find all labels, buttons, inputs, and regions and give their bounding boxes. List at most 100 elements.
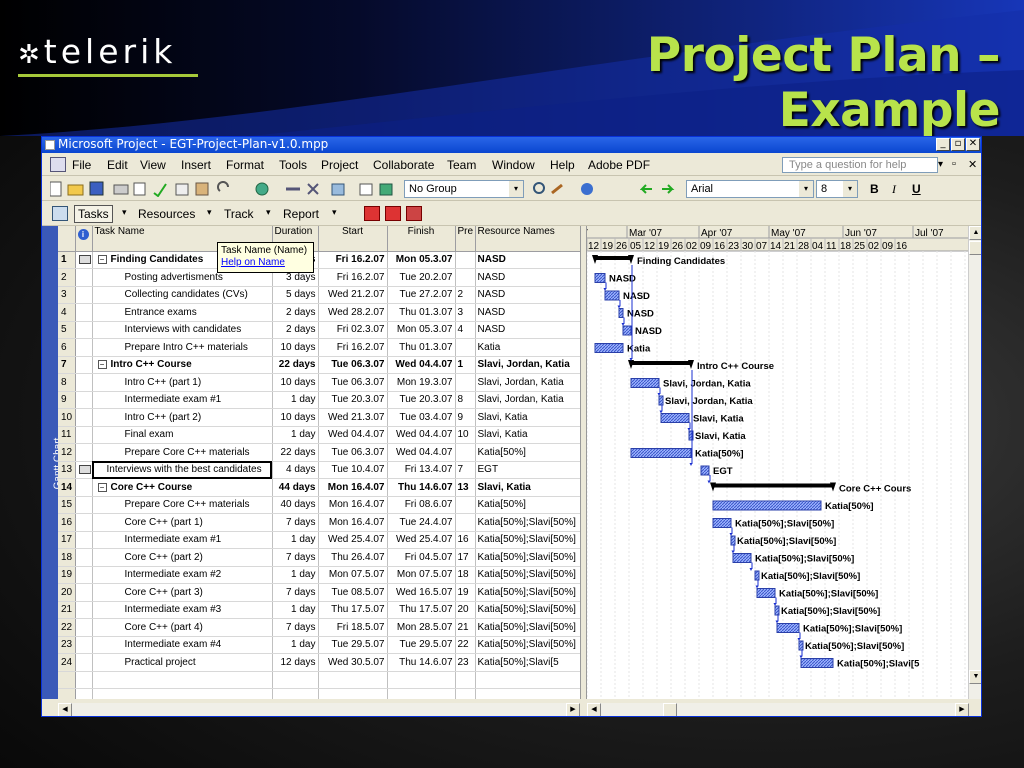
resources-dropdown-icon[interactable]: ▾ — [207, 207, 212, 218]
predecessors-cell[interactable] — [455, 251, 476, 269]
duration-cell[interactable]: 1 day — [272, 636, 319, 654]
finish-cell[interactable]: Tue 03.4.07 — [387, 408, 456, 427]
table-row[interactable]: 17 Intermediate exam #1 1 day Wed 25.4.07 We… — [58, 531, 580, 549]
save-icon[interactable] — [89, 181, 104, 196]
predecessors-cell[interactable] — [455, 373, 476, 392]
row-id[interactable]: 21 — [58, 601, 76, 619]
resource-names-cell[interactable]: Katia — [475, 338, 580, 357]
table-row[interactable]: 7− Intro C++ Course 22 days Tue 06.3.07 Wed … — [58, 356, 580, 374]
duration-cell[interactable]: 10 days — [272, 338, 319, 357]
start-cell[interactable]: Tue 20.3.07 — [318, 391, 388, 409]
table-row[interactable]: 9 Intermediate exam #1 1 day Tue 20.3.07 Tue… — [58, 391, 580, 409]
duration-cell[interactable]: 2 days — [272, 321, 319, 339]
menu-file[interactable]: File — [72, 158, 91, 172]
row-id[interactable]: 7 — [58, 356, 76, 374]
duration-cell[interactable]: 22 days — [272, 356, 319, 374]
row-id[interactable]: 18 — [58, 548, 76, 567]
report-dropdown-icon[interactable]: ▾ — [332, 207, 337, 218]
resource-names-cell[interactable]: Katia[50%];Slavi[50%] — [475, 618, 580, 637]
start-cell[interactable]: Tue 06.3.07 — [318, 373, 388, 392]
menu-insert[interactable]: Insert — [181, 158, 211, 172]
table-row[interactable]: 22 Core C++ (part 4) 7 days Fri 18.5.07 Mon … — [58, 618, 580, 637]
finish-cell[interactable]: Wed 16.5.07 — [387, 583, 456, 602]
start-cell[interactable]: Wed 28.2.07 — [318, 303, 388, 322]
duration-cell[interactable]: 1 day — [272, 426, 319, 444]
scroll-right-arrow-icon[interactable]: ▶ — [955, 703, 969, 716]
unlink-tasks-icon[interactable] — [307, 183, 319, 195]
help-search-input[interactable]: Type a question for help — [782, 157, 938, 173]
scroll-thumb[interactable] — [969, 241, 981, 255]
resource-names-cell[interactable]: Katia[50%];Slavi[5 — [475, 653, 580, 672]
table-row[interactable]: 1−Finding Candidates17 daysFri 16.2.07Mo… — [58, 251, 580, 269]
tasks-dropdown-icon[interactable]: ▾ — [122, 207, 127, 218]
task-name-cell[interactable]: − Core C++ Course — [92, 478, 273, 497]
menu-format[interactable]: Format — [226, 158, 264, 172]
resource-names-cell[interactable]: Katia[50%] — [475, 443, 580, 462]
predecessors-cell[interactable]: 19 — [455, 583, 476, 602]
menu-team[interactable]: Team — [447, 158, 476, 172]
track-button[interactable]: Track — [224, 207, 254, 221]
empty-row[interactable] — [58, 671, 580, 689]
menu-window[interactable]: Window — [492, 158, 535, 172]
vertical-scrollbar[interactable]: ▲ ▼ — [968, 226, 981, 699]
row-id[interactable]: 16 — [58, 513, 76, 532]
duration-cell[interactable]: 4 days — [272, 461, 319, 479]
col-header-finish[interactable]: Finish — [387, 226, 456, 252]
duration-cell[interactable]: 10 days — [272, 408, 319, 427]
start-cell[interactable]: Tue 06.3.07 — [318, 443, 388, 462]
info-icon[interactable]: i — [75, 226, 93, 252]
task-name-cell[interactable]: Interviews with the best candidates — [92, 461, 273, 479]
predecessors-cell[interactable] — [455, 268, 476, 287]
row-id[interactable]: 11 — [58, 426, 76, 444]
duration-cell[interactable]: 1 day — [272, 531, 319, 549]
finish-cell[interactable]: Tue 20.2.07 — [387, 268, 456, 287]
menu-tools[interactable]: Tools — [279, 158, 307, 172]
notes-indicator-icon[interactable] — [78, 465, 91, 475]
duration-cell[interactable]: 7 days — [272, 513, 319, 532]
guide-icon[interactable] — [52, 206, 68, 221]
start-cell[interactable]: Thu 26.4.07 — [318, 548, 388, 567]
predecessors-cell[interactable]: 13 — [455, 478, 476, 497]
notes-indicator-icon[interactable] — [78, 255, 91, 265]
pdf-review-icon[interactable] — [406, 206, 422, 221]
task-name-cell[interactable]: − Intro C++ Course — [92, 356, 273, 374]
collapse-icon[interactable]: − — [97, 360, 107, 370]
row-id[interactable]: 2 — [58, 268, 76, 287]
col-header-start[interactable]: Start — [318, 226, 388, 252]
resource-names-cell[interactable]: NASD — [475, 303, 580, 322]
finish-cell[interactable]: Tue 27.2.07 — [387, 286, 456, 304]
table-row[interactable]: 20 Core C++ (part 3) 7 days Tue 08.5.07 Wed … — [58, 583, 580, 602]
table-row[interactable]: 13 Interviews with the best candidates 4 d… — [58, 461, 580, 479]
predecessors-cell[interactable]: 4 — [455, 321, 476, 339]
help-on-name-link[interactable]: Help on Name — [221, 257, 285, 268]
col-header-resource-names[interactable]: Resource Names — [475, 226, 580, 252]
resource-names-cell[interactable]: Katia[50%];Slavi[50%] — [475, 566, 580, 584]
duration-cell[interactable]: 1 day — [272, 391, 319, 409]
row-id[interactable]: 10 — [58, 408, 76, 427]
row-id[interactable]: 3 — [58, 286, 76, 304]
start-cell[interactable]: Fri 16.2.07 — [318, 268, 388, 287]
pdf-icon[interactable] — [364, 206, 380, 221]
task-info-icon[interactable] — [359, 183, 373, 196]
finish-cell[interactable]: Wed 04.4.07 — [387, 426, 456, 444]
table-row[interactable]: 2 Posting advertisments 3 days Fri 16.2.07 T… — [58, 268, 580, 287]
table-row[interactable]: 4 Entrance exams 2 days Wed 28.2.07 Thu 01.3… — [58, 303, 580, 322]
table-row[interactable]: 15 Prepare Core C++ materials 40 days Mon 1… — [58, 496, 580, 514]
task-name-cell[interactable]: Interviews with candidates — [92, 321, 273, 339]
start-cell[interactable]: Tue 08.5.07 — [318, 583, 388, 602]
start-cell[interactable]: Fri 16.2.07 — [318, 338, 388, 357]
task-name-cell[interactable]: Core C++ (part 4) — [92, 618, 273, 637]
resource-names-cell[interactable]: Katia[50%];Slavi[50%] — [475, 601, 580, 619]
row-id[interactable]: 22 — [58, 618, 76, 637]
duration-cell[interactable]: 40 days — [272, 496, 319, 514]
table-row[interactable]: 18 Core C++ (part 2) 7 days Thu 26.4.07 Fri … — [58, 548, 580, 567]
finish-cell[interactable]: Thu 01.3.07 — [387, 338, 456, 357]
gantt-wizard-icon[interactable] — [551, 183, 563, 195]
predecessors-cell[interactable]: 17 — [455, 548, 476, 567]
finish-cell[interactable]: Fri 08.6.07 — [387, 496, 456, 514]
start-cell[interactable]: Wed 25.4.07 — [318, 531, 388, 549]
predecessors-cell[interactable]: 23 — [455, 653, 476, 672]
predecessors-cell[interactable] — [455, 338, 476, 357]
hyperlink-icon[interactable] — [255, 182, 269, 196]
collapse-icon[interactable]: − — [97, 482, 107, 492]
